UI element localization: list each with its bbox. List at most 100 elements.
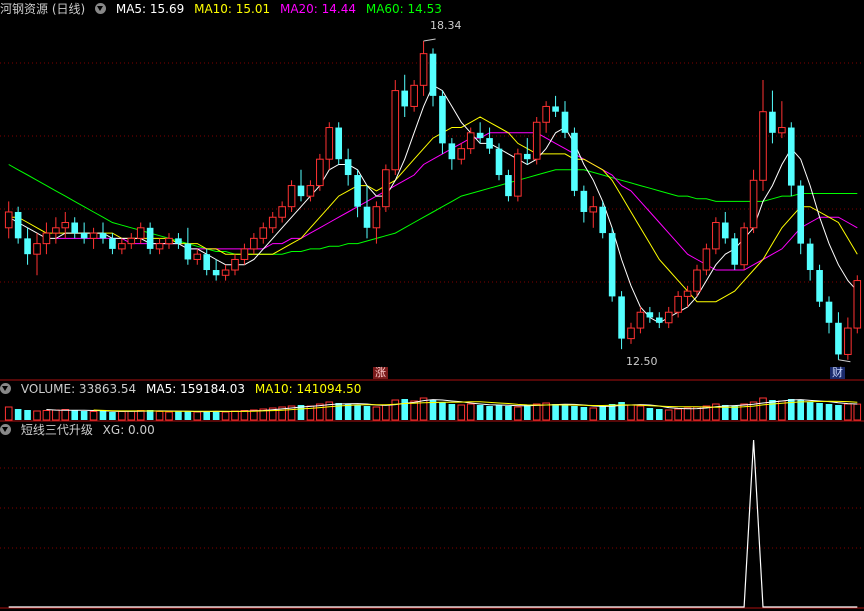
volume-bar <box>80 411 88 420</box>
candle <box>439 90 446 154</box>
candle <box>599 201 607 239</box>
candle-body <box>655 317 663 323</box>
candle <box>89 227 98 249</box>
candle-body <box>240 248 249 260</box>
candle <box>410 80 418 112</box>
volume-bar <box>344 404 352 420</box>
candle <box>316 153 324 191</box>
candle <box>655 312 663 329</box>
candle-body <box>476 132 484 139</box>
candle-body <box>674 295 682 313</box>
candle <box>109 233 116 255</box>
candle-body <box>636 311 645 329</box>
candle <box>212 259 220 281</box>
candle-body <box>769 111 776 133</box>
candle <box>457 143 466 165</box>
volume-bar <box>589 407 598 421</box>
volume-bar <box>627 404 635 421</box>
ma5-line <box>8 84 858 324</box>
candle <box>542 101 550 133</box>
volume-bar <box>466 403 475 421</box>
candle-body <box>486 138 493 149</box>
candle-body <box>608 233 616 297</box>
event-tag-zhang[interactable]: 涨 <box>373 367 388 379</box>
candle-body <box>759 111 767 181</box>
volume-bar <box>495 405 503 420</box>
candle-body <box>372 206 381 229</box>
candle <box>769 90 776 144</box>
candle <box>627 322 635 344</box>
volume-bar <box>759 397 767 421</box>
candle-body <box>571 132 578 191</box>
low-marker <box>838 359 851 363</box>
volume-bar <box>61 409 70 421</box>
candle-body <box>259 227 268 239</box>
volume-bar <box>231 410 239 421</box>
candle-body <box>749 179 758 229</box>
candle-body <box>401 90 409 107</box>
candle-body <box>523 153 531 160</box>
kline-chart[interactable] <box>0 0 864 611</box>
volume-bar <box>363 406 371 420</box>
candle <box>325 122 334 170</box>
candle <box>618 291 625 350</box>
candle-body <box>702 248 711 271</box>
candle-body <box>721 222 729 239</box>
candle-body <box>287 185 296 208</box>
candle-body <box>4 211 13 229</box>
volume-bar <box>193 411 202 421</box>
candle-body <box>542 105 550 123</box>
candle <box>759 80 767 191</box>
candle-body <box>146 227 154 249</box>
candle <box>721 211 729 244</box>
candle <box>391 80 400 176</box>
volume-bar <box>354 405 361 420</box>
candle <box>571 127 578 197</box>
volume-bar <box>636 405 645 421</box>
candle-body <box>429 53 437 96</box>
candle <box>844 317 852 360</box>
candle <box>835 312 842 360</box>
volume-bar <box>580 407 588 420</box>
candle <box>193 248 202 265</box>
candle-body <box>580 190 588 212</box>
candle-body <box>297 185 305 197</box>
candle <box>778 101 786 139</box>
candle <box>184 227 192 265</box>
candle-body <box>80 233 88 239</box>
candle <box>231 254 239 276</box>
candle-body <box>683 290 692 297</box>
candle-body <box>382 169 390 208</box>
candle-body <box>71 222 79 234</box>
candle <box>787 122 795 197</box>
candle-body <box>203 254 211 271</box>
candle-body <box>99 233 107 239</box>
candle-body <box>278 206 286 218</box>
volume-bar <box>835 405 842 420</box>
candle <box>505 169 512 202</box>
candle <box>561 101 569 139</box>
volume-bar <box>476 405 484 420</box>
candle <box>514 148 522 202</box>
candle <box>740 222 748 271</box>
volume-bar <box>212 411 220 420</box>
volume-bar <box>155 411 164 421</box>
candle <box>429 48 437 107</box>
high-marker <box>423 38 436 42</box>
candle-body <box>193 253 202 260</box>
volume-bar <box>99 411 107 420</box>
candle <box>712 217 720 255</box>
candle-body <box>363 206 371 228</box>
candle-body <box>740 227 748 266</box>
xg-signal-line <box>8 439 858 608</box>
candle-body <box>787 127 795 186</box>
volume-bar <box>769 400 776 420</box>
candle-body <box>731 238 739 265</box>
candle-body <box>175 238 182 244</box>
candle-body <box>335 127 343 160</box>
candle <box>221 264 230 281</box>
candle <box>363 185 371 239</box>
candle-body <box>391 90 400 171</box>
candle <box>136 222 145 244</box>
event-tag-cai[interactable]: 财 <box>830 367 845 379</box>
